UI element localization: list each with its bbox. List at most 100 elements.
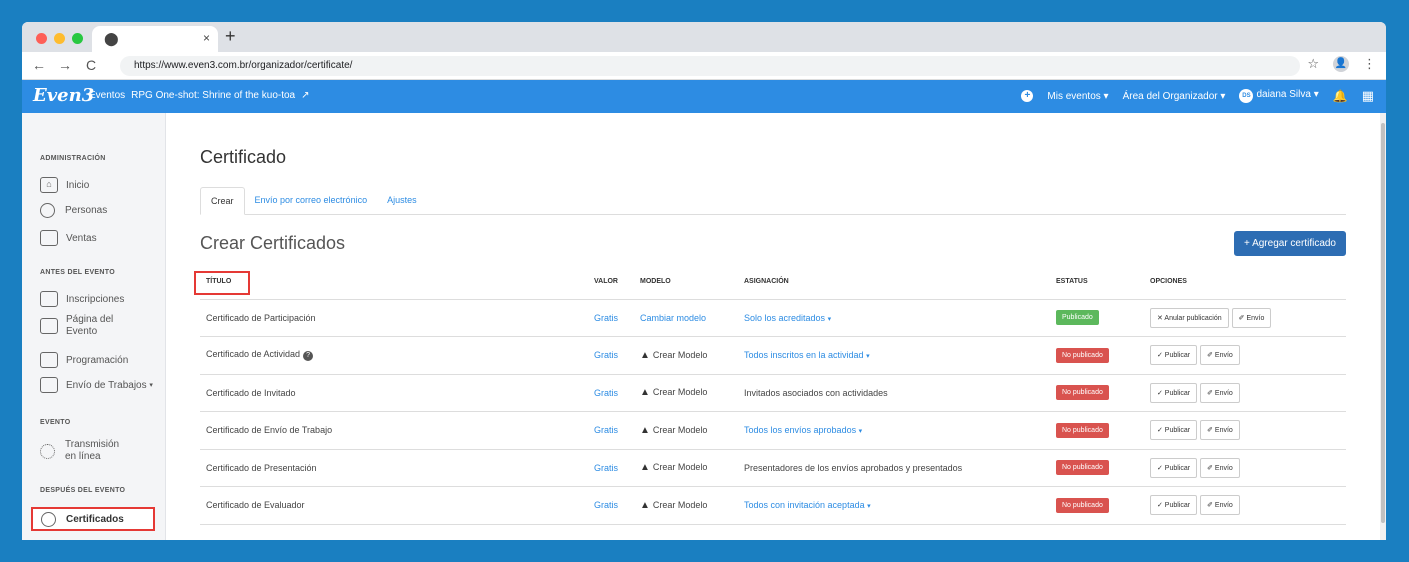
column-header-model: MODELO xyxy=(634,265,738,300)
tab-crear[interactable]: Crear xyxy=(200,187,245,215)
status-badge: No publicado xyxy=(1056,460,1109,476)
status-badge: No publicado xyxy=(1056,497,1109,513)
home-icon: ⌂ xyxy=(40,177,58,193)
help-icon[interactable]: ? xyxy=(303,351,314,362)
row-assignment-dropdown[interactable]: Todos inscritos en la actividad ▾ xyxy=(738,336,1050,375)
scrollbar-thumb[interactable] xyxy=(1381,123,1385,523)
column-header-assignment: ASIGNACIÓN xyxy=(738,265,1050,300)
row-value[interactable]: Gratis xyxy=(588,336,634,375)
send-button[interactable]: ✐ Envío xyxy=(1200,420,1240,441)
send-button[interactable]: ✐ Envío xyxy=(1200,345,1240,366)
main-content: Certificado Crear Envío por correo elect… xyxy=(166,113,1386,540)
bell-icon[interactable]: 🔔 xyxy=(1333,89,1348,103)
scrollbar[interactable] xyxy=(1380,113,1386,540)
close-tab-icon[interactable]: × xyxy=(203,31,210,45)
status-badge: No publicado xyxy=(1056,385,1109,401)
tab-ajustes[interactable]: Ajustes xyxy=(377,187,427,214)
row-assignment: Invitados asociados con actividades xyxy=(738,374,1050,412)
back-button[interactable]: ← xyxy=(32,57,46,73)
status-badge: Publicado xyxy=(1056,310,1099,326)
forward-button[interactable]: → xyxy=(58,57,72,73)
sidebar-item-programacion[interactable]: Programación xyxy=(40,352,128,368)
chevron-down-icon: ▾ xyxy=(149,382,153,389)
publish-button[interactable]: ✓ Publicar xyxy=(1150,345,1198,366)
minimize-window-icon[interactable] xyxy=(54,33,65,44)
row-value[interactable]: Gratis xyxy=(588,374,634,412)
address-bar: ← → C https://www.even3.com.br/organizad… xyxy=(22,52,1386,80)
publish-button[interactable]: ✓ Publicar xyxy=(1150,382,1198,403)
reload-button[interactable]: C xyxy=(86,57,96,73)
new-tab-button[interactable]: + xyxy=(225,26,236,47)
event-name-link[interactable]: RPG One-shot: Shrine of the kuo-toa xyxy=(131,90,295,101)
chrome-favicon-icon: ⬤ xyxy=(104,31,119,46)
sidebar-item-transmision[interactable]: Transmisión en línea xyxy=(40,439,119,463)
publish-button[interactable]: ✓ Publicar xyxy=(1150,457,1198,478)
sidebar-item-inicio[interactable]: ⌂ Inicio xyxy=(40,177,89,193)
maximize-window-icon[interactable] xyxy=(72,33,83,44)
page-title: Certificado xyxy=(200,147,287,167)
sidebar-item-envio-trabajos[interactable]: Envío de Trabajos ▾ xyxy=(40,377,153,393)
organizer-area-menu[interactable]: Área del Organizador ▾ xyxy=(1123,91,1226,102)
send-button[interactable]: ✐ Envío xyxy=(1200,457,1240,478)
sidebar-item-pagina[interactable]: Página del Evento xyxy=(40,314,113,338)
warning-icon: ▲ xyxy=(640,387,650,399)
row-assignment-dropdown[interactable]: Todos con invitación aceptada ▾ xyxy=(738,486,1050,525)
row-model-link[interactable]: Cambiar modelo xyxy=(634,299,738,337)
sidebar-section-event: EVENTO xyxy=(40,419,71,426)
sidebar-item-inscripciones[interactable]: Inscripciones xyxy=(40,291,124,307)
warning-icon: ▲ xyxy=(640,499,650,511)
row-model-link[interactable]: ▲ Crear Modelo xyxy=(634,411,738,450)
row-title: Certificado de Evaluador xyxy=(200,486,588,525)
sidebar-item-certificados[interactable]: Certificados xyxy=(31,507,155,531)
row-title: Certificado de Invitado xyxy=(200,374,588,412)
column-header-title: TÍTULO xyxy=(194,265,588,300)
certificates-table: TÍTULO VALOR MODELO ASIGNACIÓN ESTATUS O… xyxy=(194,265,1346,525)
user-menu[interactable]: DS daiana Silva ▾ xyxy=(1239,89,1319,103)
money-icon xyxy=(40,230,58,246)
sidebar-item-ventas[interactable]: Ventas xyxy=(40,230,97,246)
apps-grid-icon[interactable]: ▦ xyxy=(1362,88,1374,104)
unpublish-button[interactable]: ✕ Anular publicación xyxy=(1150,307,1229,328)
row-assignment-dropdown[interactable]: Todos los envíos aprobados ▾ xyxy=(738,411,1050,450)
profile-icon[interactable]: 👤 xyxy=(1333,56,1349,72)
row-value[interactable]: Gratis xyxy=(588,449,634,487)
row-model-link[interactable]: ▲ Crear Modelo xyxy=(634,486,738,525)
row-model-link[interactable]: ▲ Crear Modelo xyxy=(634,449,738,487)
chevron-down-icon: ▾ xyxy=(866,353,870,361)
row-model-link[interactable]: ▲ Crear Modelo xyxy=(634,374,738,412)
row-value[interactable]: Gratis xyxy=(588,411,634,450)
chevron-down-icon: ▾ xyxy=(1103,90,1109,102)
highlight-box xyxy=(194,271,250,295)
my-events-menu[interactable]: Mis eventos ▾ xyxy=(1047,91,1108,102)
row-model-link[interactable]: ▲ Crear Modelo xyxy=(634,336,738,375)
create-event-plus-icon[interactable]: + xyxy=(1021,90,1034,102)
browser-window: ⬤ × + ← → C https://www.even3.com.br/org… xyxy=(22,22,1386,540)
sidebar: ADMINISTRACIÓN ⌂ Inicio Personas Ventas A… xyxy=(22,113,166,540)
external-link-icon[interactable]: ↗ xyxy=(301,90,309,101)
close-window-icon[interactable] xyxy=(36,33,47,44)
broadcast-icon xyxy=(40,443,55,459)
send-button[interactable]: ✐ Envío xyxy=(1200,495,1240,516)
row-value[interactable]: Gratis xyxy=(588,299,634,337)
row-title: Certificado de Presentación xyxy=(200,449,588,487)
url-input[interactable]: https://www.even3.com.br/organizador/cer… xyxy=(120,56,1300,76)
tab-envio-correo[interactable]: Envío por correo electrónico xyxy=(245,187,378,214)
browser-tab[interactable]: ⬤ × xyxy=(92,26,218,52)
app-header: Even3 Eventos RPG One-shot: Shrine of th… xyxy=(22,80,1386,113)
nav-events-link[interactable]: Eventos xyxy=(89,90,125,101)
sidebar-item-personas[interactable]: Personas xyxy=(40,203,107,218)
send-button[interactable]: ✐ Envío xyxy=(1200,382,1240,403)
even3-logo[interactable]: Even3 xyxy=(33,85,94,106)
add-certificate-button[interactable]: + Agregar certificado xyxy=(1234,231,1346,256)
row-value[interactable]: Gratis xyxy=(588,486,634,525)
row-title: Certificado de Actividad? xyxy=(200,336,588,375)
column-header-options: OPCIONES xyxy=(1144,265,1346,300)
send-button[interactable]: ✐ Envío xyxy=(1231,307,1272,328)
row-assignment-dropdown[interactable]: Solo los acreditados ▾ xyxy=(738,299,1050,337)
browser-menu-icon[interactable]: ⋮ xyxy=(1363,56,1376,72)
publish-button[interactable]: ✓ Publicar xyxy=(1150,420,1198,441)
bookmark-star-icon[interactable]: ☆ xyxy=(1307,56,1319,72)
status-badge: No publicado xyxy=(1056,422,1109,438)
publish-button[interactable]: ✓ Publicar xyxy=(1150,495,1198,516)
certificate-icon xyxy=(41,511,56,527)
